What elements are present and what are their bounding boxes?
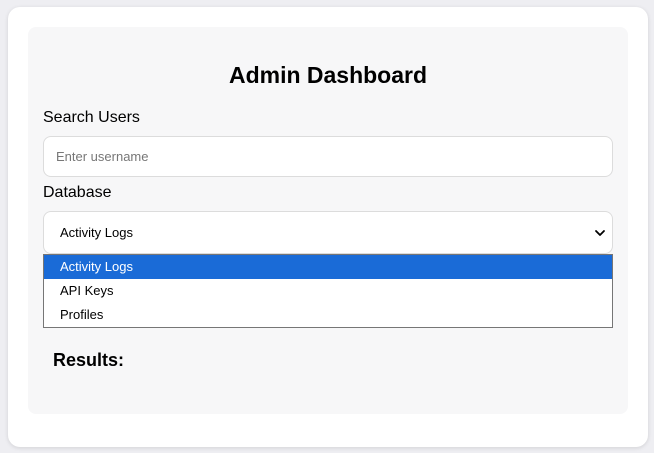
database-select-value: Activity Logs bbox=[60, 225, 133, 240]
option-profiles[interactable]: Profiles bbox=[44, 303, 612, 327]
database-options-list: Activity Logs API Keys Profiles bbox=[43, 254, 613, 328]
option-activity-logs[interactable]: Activity Logs bbox=[44, 255, 612, 279]
page-title: Admin Dashboard bbox=[228, 62, 428, 88]
results-heading: Results: bbox=[53, 350, 125, 370]
database-label: Database bbox=[43, 184, 112, 201]
database-select[interactable]: Activity Logs bbox=[43, 211, 613, 254]
chevron-down-icon bbox=[588, 211, 612, 254]
search-users-label: Search Users bbox=[43, 109, 140, 126]
option-api-keys[interactable]: API Keys bbox=[44, 279, 612, 303]
search-input[interactable] bbox=[43, 136, 613, 177]
